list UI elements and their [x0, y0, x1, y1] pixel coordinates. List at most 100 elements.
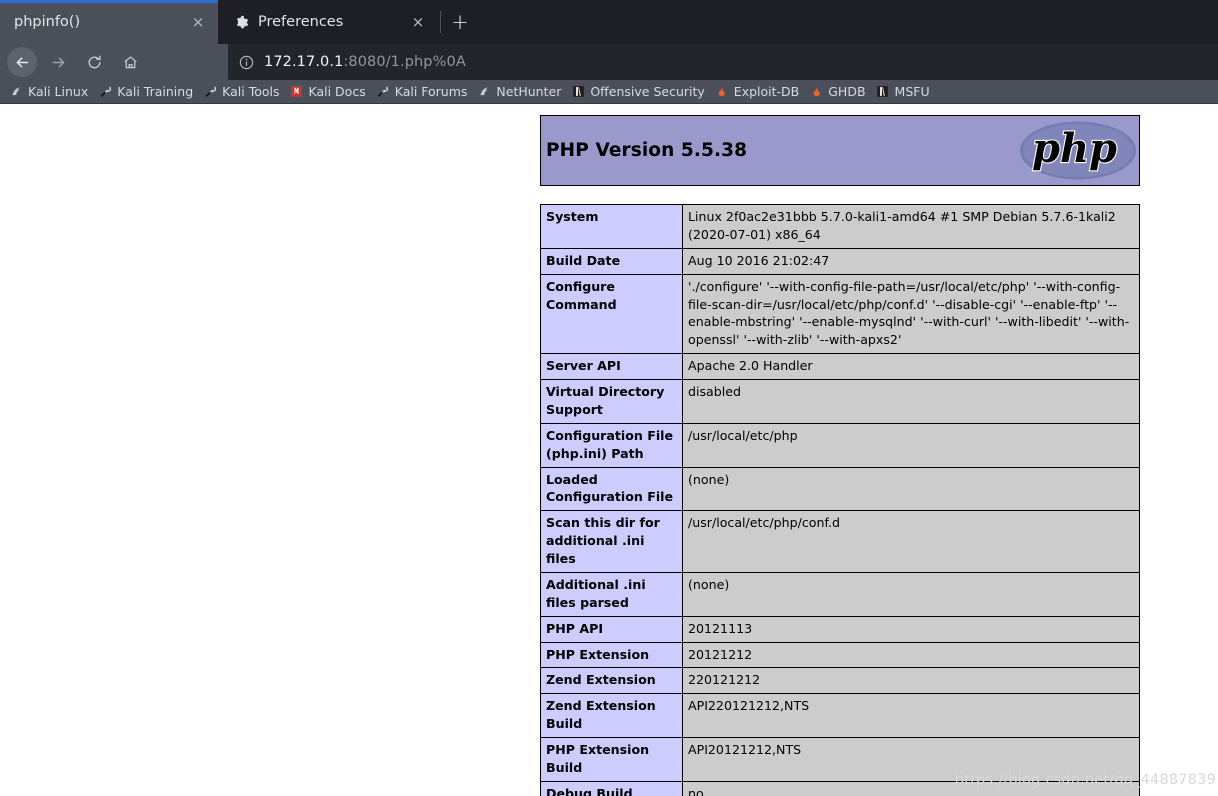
close-icon[interactable]: ×	[408, 12, 428, 32]
table-row: PHP Extension 20121212	[540, 641, 1140, 669]
table-row: Loaded Configuration File (none)	[540, 466, 1140, 512]
tab-preferences-label: Preferences	[258, 14, 344, 30]
row-value: (none)	[682, 466, 1140, 512]
row-value: /usr/local/etc/php	[682, 422, 1140, 468]
row-key: Additional .ini files parsed	[540, 571, 683, 617]
url-path: :8080/1.php%0A	[343, 54, 466, 70]
navigation-toolbar: 172.17.0.1:8080/1.php%0A	[0, 44, 1218, 80]
exploitdb-flame-icon	[715, 85, 729, 99]
svg-text:php: php	[1032, 125, 1117, 172]
bookmark-kali-forums[interactable]: Kali Forums	[373, 80, 475, 104]
row-value: disabled	[682, 379, 1140, 424]
gear-icon	[232, 13, 250, 31]
bookmark-offensive-security[interactable]: Offensive Security	[568, 80, 711, 104]
bookmark-label: Kali Linux	[28, 84, 89, 99]
row-value: no	[682, 780, 1140, 796]
bookmark-label: Exploit-DB	[733, 84, 800, 99]
bookmark-kali-linux[interactable]: Kali Linux	[6, 80, 95, 104]
table-row: Zend Extension Build API220121212,NTS	[540, 693, 1140, 738]
row-value: 220121212	[682, 667, 1140, 695]
table-row: PHP API 20121113	[540, 615, 1140, 643]
table-row: PHP Extension Build API20121212,NTS	[540, 737, 1140, 782]
phpinfo-document: PHP Version 5.5.38 php System Linux 2f0a…	[540, 115, 1140, 796]
bookmark-ghdb[interactable]: GHDB	[806, 80, 872, 104]
phpinfo-header-banner: PHP Version 5.5.38 php	[540, 115, 1140, 186]
bookmark-kali-docs[interactable]: Kali Docs	[287, 80, 373, 104]
offsec-icon	[876, 85, 890, 99]
row-value: 20121113	[682, 615, 1140, 643]
browser-window: phpinfo() × Preferences × + 172.17.0.1:8…	[0, 0, 1218, 796]
row-key: Configure Command	[540, 273, 683, 355]
row-key: System	[540, 204, 683, 249]
row-value: (none)	[682, 571, 1140, 617]
bookmark-label: Kali Forums	[394, 84, 468, 99]
row-value: Linux 2f0ac2e31bbb 5.7.0-kali1-amd64 #1 …	[682, 204, 1140, 249]
bookmark-kali-training[interactable]: Kali Training	[95, 80, 200, 104]
bookmark-label: Kali Docs	[308, 84, 366, 99]
url-text: 172.17.0.1:8080/1.php%0A	[264, 54, 466, 70]
bookmark-kali-tools[interactable]: Kali Tools	[200, 80, 286, 104]
bookmark-label: Offensive Security	[590, 84, 705, 99]
new-tab-button[interactable]: +	[443, 0, 477, 44]
tab-divider	[440, 11, 441, 33]
close-icon[interactable]: ×	[188, 12, 208, 32]
table-row: Configuration File (php.ini) Path /usr/l…	[540, 422, 1140, 468]
table-row: Server API Apache 2.0 Handler	[540, 353, 1140, 380]
row-key: PHP Extension	[540, 641, 683, 669]
table-row: Virtual Directory Support disabled	[540, 379, 1140, 424]
table-row: Scan this dir for additional .ini files …	[540, 510, 1140, 573]
bookmark-label: Kali Tools	[222, 84, 280, 99]
reload-icon[interactable]	[79, 47, 109, 77]
row-key: PHP Extension Build	[540, 737, 683, 782]
tab-phpinfo[interactable]: phpinfo() ×	[0, 0, 218, 44]
tab-preferences[interactable]: Preferences ×	[218, 0, 438, 44]
kali-dragon-icon	[477, 85, 491, 99]
kali-tool-icon	[98, 85, 112, 99]
row-value: Apache 2.0 Handler	[682, 353, 1140, 380]
table-row: Debug Build no	[540, 780, 1140, 796]
exploitdb-flame-icon	[809, 85, 823, 99]
back-icon[interactable]	[7, 47, 37, 77]
table-row: Additional .ini files parsed (none)	[540, 571, 1140, 617]
kali-tool-icon	[376, 85, 390, 99]
row-key: Zend Extension	[540, 667, 683, 695]
info-circle-icon[interactable]	[238, 54, 255, 71]
tab-strip: phpinfo() × Preferences × +	[0, 0, 1218, 44]
row-value: Aug 10 2016 21:02:47	[682, 247, 1140, 275]
php-logo-icon: php	[1018, 119, 1138, 182]
row-value: './configure' '--with-config-file-path=/…	[682, 273, 1140, 355]
bookmark-label: MSFU	[894, 84, 930, 99]
row-value: API220121212,NTS	[682, 693, 1140, 738]
row-value: API20121212,NTS	[682, 737, 1140, 782]
row-key: PHP API	[540, 615, 683, 643]
row-key: Loaded Configuration File	[540, 466, 683, 512]
row-key: Build Date	[540, 247, 683, 275]
row-key: Zend Extension Build	[540, 693, 683, 738]
home-icon[interactable]	[115, 47, 145, 77]
offsec-icon	[571, 85, 585, 99]
bookmark-label: Kali Training	[117, 84, 194, 99]
bookmarks-bar: Kali Linux Kali Training Kali Tools Kali…	[0, 80, 1218, 104]
address-bar[interactable]: 172.17.0.1:8080/1.php%0A	[228, 44, 1218, 80]
page-title: PHP Version 5.5.38	[546, 140, 748, 161]
url-host: 172.17.0.1	[264, 54, 344, 70]
table-row: Build Date Aug 10 2016 21:02:47	[540, 247, 1140, 275]
table-row: Configure Command './configure' '--with-…	[540, 273, 1140, 355]
bookmark-exploit-db[interactable]: Exploit-DB	[712, 80, 806, 104]
row-key: Virtual Directory Support	[540, 379, 683, 424]
row-value: /usr/local/etc/php/conf.d	[682, 510, 1140, 573]
phpinfo-table-body: System Linux 2f0ac2e31bbb 5.7.0-kali1-am…	[540, 204, 1140, 796]
bookmark-nethunter[interactable]: NetHunter	[474, 80, 568, 104]
bookmark-msfu[interactable]: MSFU	[873, 80, 937, 104]
forward-icon[interactable]	[43, 47, 73, 77]
phpinfo-table: System Linux 2f0ac2e31bbb 5.7.0-kali1-am…	[540, 204, 1140, 796]
bookmark-label: GHDB	[828, 84, 866, 99]
row-key: Server API	[540, 353, 683, 380]
page-viewport: PHP Version 5.5.38 php System Linux 2f0a…	[0, 105, 1218, 796]
kali-docs-book-icon	[290, 85, 304, 99]
row-value: 20121212	[682, 641, 1140, 669]
table-row: System Linux 2f0ac2e31bbb 5.7.0-kali1-am…	[540, 204, 1140, 249]
row-key: Debug Build	[540, 780, 683, 796]
tab-phpinfo-label: phpinfo()	[14, 14, 81, 30]
row-key: Scan this dir for additional .ini files	[540, 510, 683, 573]
